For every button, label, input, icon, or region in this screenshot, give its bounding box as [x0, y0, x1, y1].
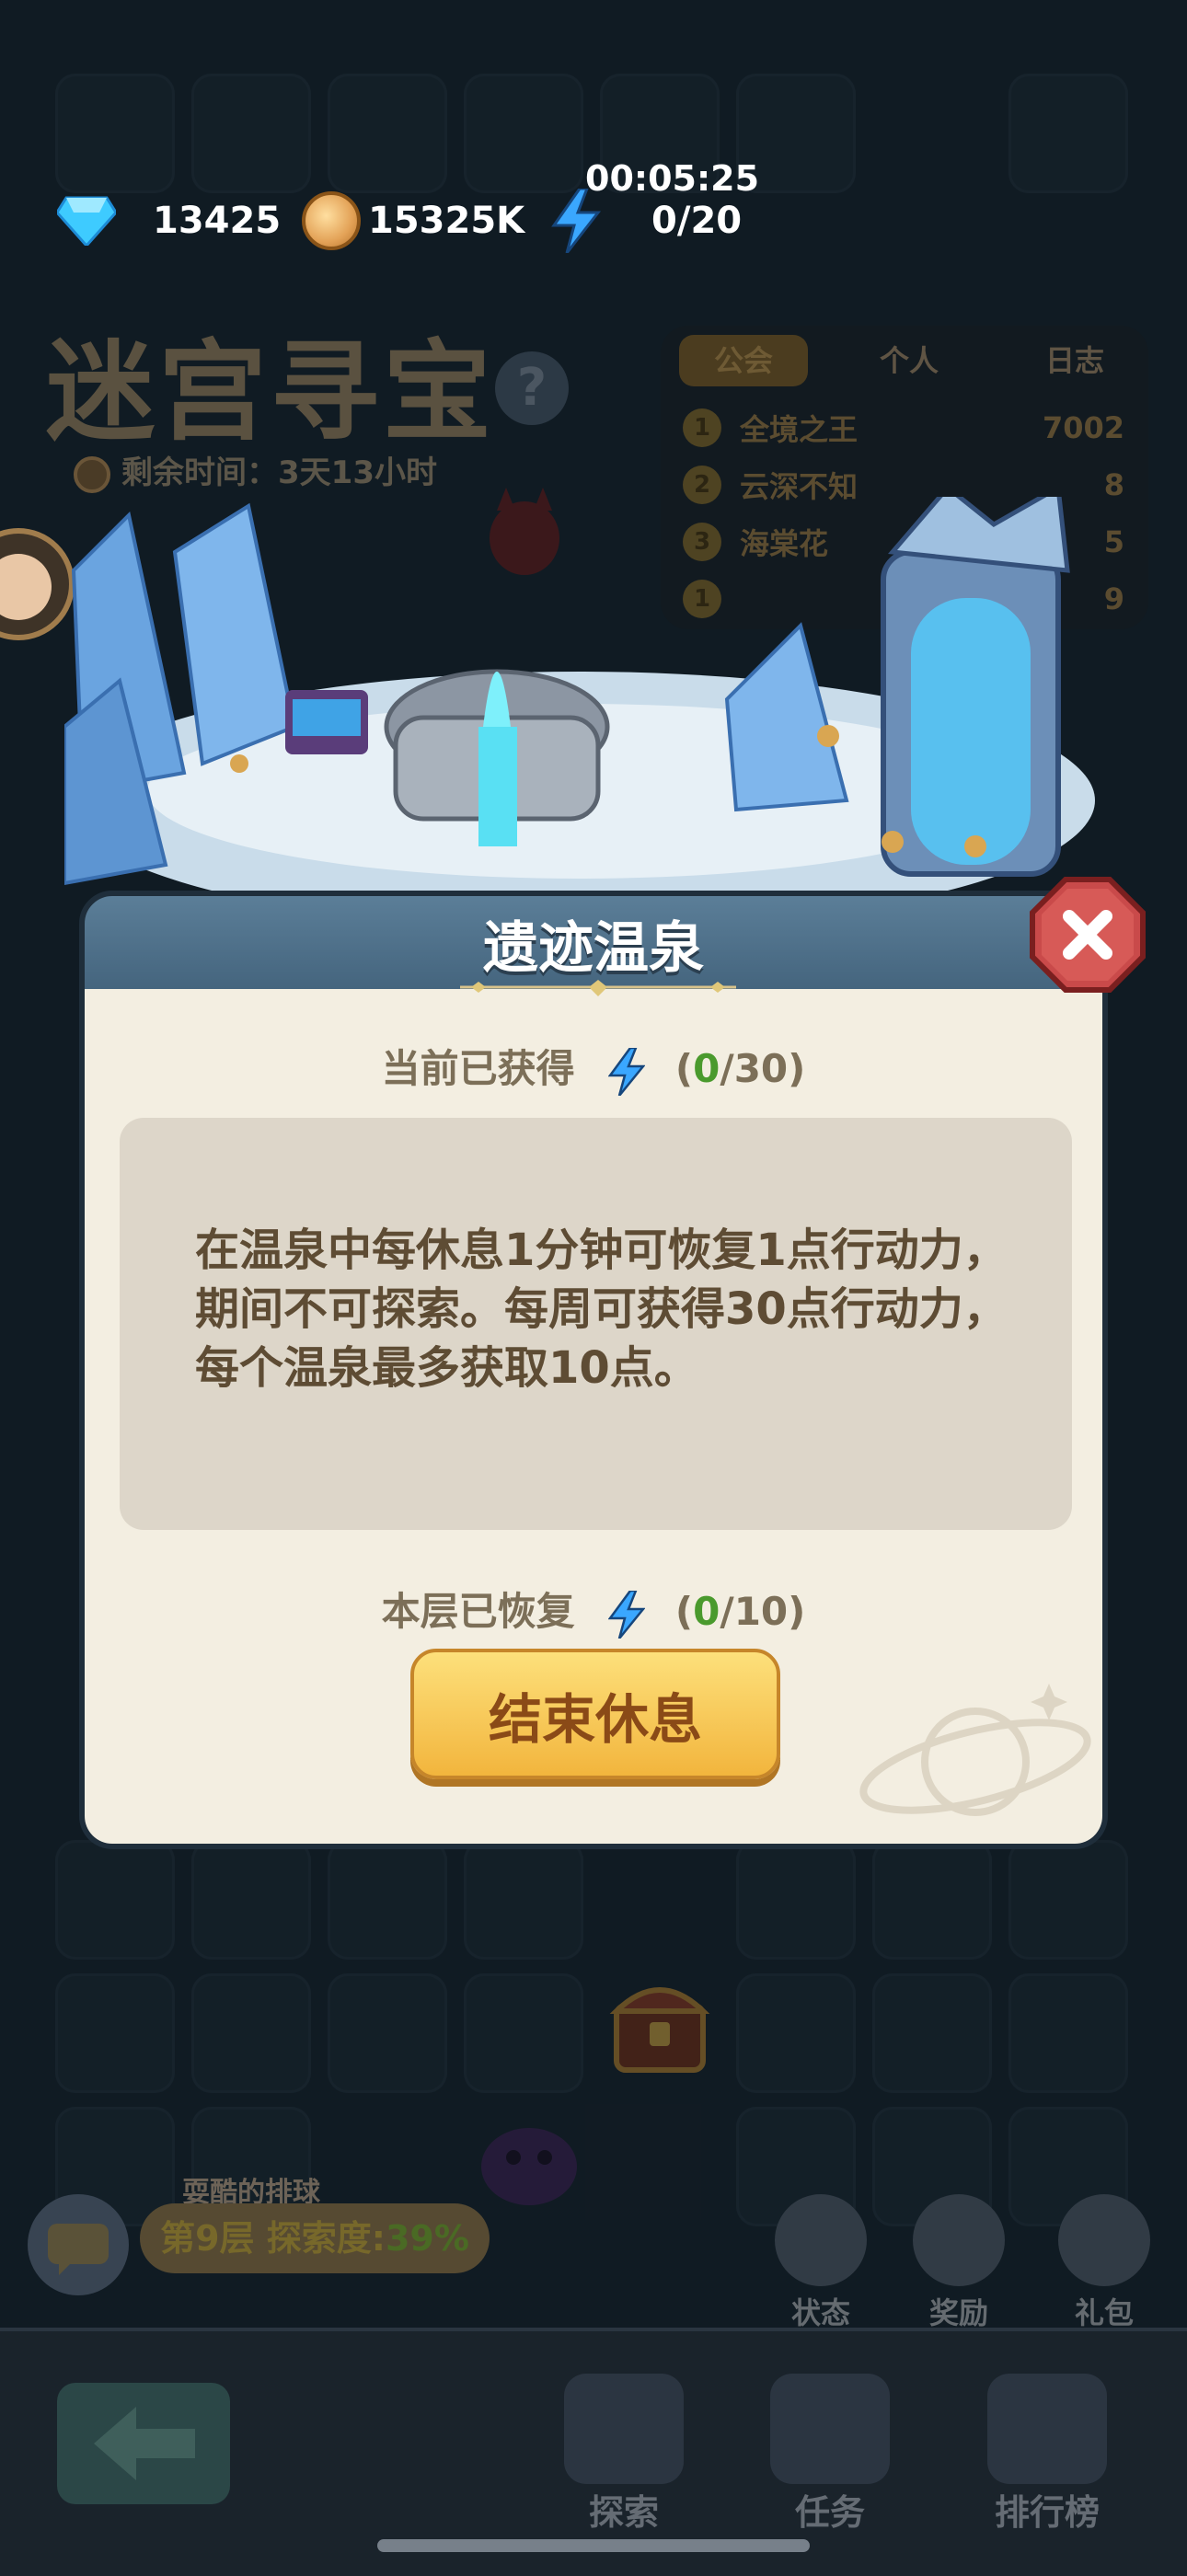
- lightning-icon: [608, 1047, 646, 1096]
- gem-counter: 13425: [57, 179, 281, 262]
- dialog-title: 遗迹温泉: [483, 916, 704, 981]
- task-icon: [770, 2374, 890, 2484]
- tab-guild[interactable]: 公会: [679, 335, 808, 386]
- floor-recovered-status: 本层已恢复 (0/10): [0, 1581, 1187, 1639]
- remaining-time: 剩余时间：3天13小时: [74, 447, 437, 493]
- back-button[interactable]: [57, 2383, 230, 2504]
- status-button[interactable]: 状态: [766, 2194, 876, 2332]
- chat-icon: [48, 2224, 109, 2275]
- ornament-divider: [460, 980, 736, 996]
- floor-progress-pill: 第9层 探索度:39%: [140, 2203, 490, 2273]
- coin-counter: 15325K: [302, 179, 524, 262]
- gift-icon: [1058, 2194, 1150, 2286]
- avatar[interactable]: [0, 515, 74, 653]
- trophy-icon: [987, 2374, 1107, 2484]
- coin-count: 15325K: [368, 200, 525, 242]
- lightning-icon: [551, 189, 602, 253]
- chat-button[interactable]: [28, 2194, 129, 2295]
- status-icon: [775, 2194, 867, 2286]
- page-title: 迷宫寻宝: [46, 328, 496, 455]
- tab-personal[interactable]: 个人: [845, 335, 974, 386]
- clock-icon: [74, 455, 110, 493]
- end-rest-button[interactable]: 结束休息: [410, 1649, 780, 1779]
- obtained-status: 当前已获得 (0/30): [0, 1038, 1187, 1096]
- energy-counter: 0/20: [550, 179, 742, 262]
- close-button[interactable]: [1029, 876, 1147, 994]
- explore-icon: [564, 2374, 684, 2484]
- nav-ranking[interactable]: 排行榜: [946, 2374, 1148, 2535]
- gem-count: 13425: [153, 200, 282, 242]
- leaderboard-row: 1 全境之王 7002: [683, 405, 1124, 451]
- tab-log[interactable]: 日志: [1010, 335, 1139, 386]
- gem-icon: [57, 196, 116, 246]
- description-text: 在温泉中每休息1分钟可恢复1点行动力，期间不可探索。每周可获得30点行动力，每个…: [195, 1225, 1008, 1394]
- energy-count: 0/20: [651, 200, 743, 242]
- home-indicator[interactable]: [377, 2539, 810, 2552]
- reward-button[interactable]: 奖励: [904, 2194, 1014, 2332]
- arrow-left-icon: [94, 2407, 195, 2480]
- help-button[interactable]: ?: [495, 351, 569, 425]
- lightning-icon: [608, 1590, 646, 1639]
- description-box: 在温泉中每休息1分钟可恢复1点行动力，期间不可探索。每周可获得30点行动力，每个…: [120, 1118, 1072, 1530]
- nav-explore[interactable]: 探索: [523, 2374, 725, 2535]
- nav-tasks[interactable]: 任务: [729, 2374, 931, 2535]
- planet-watermark-icon: [859, 1684, 1091, 1816]
- hot-spring-scene-illustration: [64, 497, 1095, 911]
- gift-pack-button[interactable]: 礼包: [1049, 2194, 1159, 2332]
- coin-icon: [302, 191, 361, 250]
- hammer-icon: [913, 2194, 1005, 2286]
